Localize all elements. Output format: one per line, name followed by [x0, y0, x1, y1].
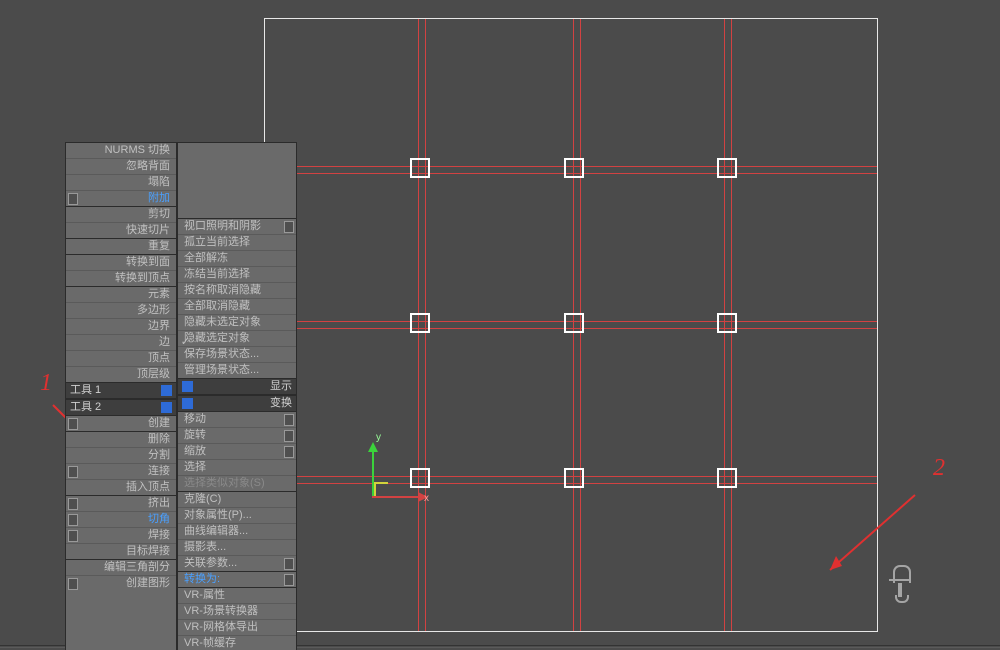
submenu-icon [284, 414, 294, 426]
menu-item[interactable]: 目标焊接 [66, 543, 176, 559]
menu-item[interactable]: 边 [66, 334, 176, 350]
menu-item[interactable]: 保存场景状态... [178, 346, 296, 362]
vertex-handle[interactable] [717, 468, 737, 488]
menu-item[interactable]: 隐藏未选定对象 [178, 314, 296, 330]
menu-item[interactable]: 切角 [66, 511, 176, 527]
menu-item[interactable]: 摄影表... [178, 539, 296, 555]
vertex-handle[interactable] [410, 468, 430, 488]
menu-item[interactable]: 顶点 [66, 350, 176, 366]
submenu-icon [68, 498, 78, 510]
vertex-handle[interactable] [564, 158, 584, 178]
quad-header-tools1: 工具 1 [66, 382, 176, 399]
submenu-icon [284, 430, 294, 442]
vertex-handle[interactable] [564, 468, 584, 488]
menu-item[interactable]: 选择类似对象(S) [178, 475, 296, 491]
submenu-icon [284, 574, 294, 586]
menu-item[interactable]: 边界 [66, 318, 176, 334]
menu-item[interactable]: 编辑三角剖分 [66, 559, 176, 575]
menu-item[interactable]: 转换为: [178, 571, 296, 587]
annotation-arrow-2 [820, 490, 920, 580]
menu-item[interactable]: 忽略背面 [66, 158, 176, 174]
menu-item[interactable]: 对象属性(P)... [178, 507, 296, 523]
submenu-icon [284, 446, 294, 458]
menu-item[interactable]: VR-网格体导出 [178, 619, 296, 635]
menu-item[interactable]: 多边形 [66, 302, 176, 318]
vertex-handle[interactable] [564, 313, 584, 333]
menu-item[interactable]: 快速切片 [66, 222, 176, 238]
submenu-icon [68, 466, 78, 478]
menu-item[interactable]: 全部取消隐藏 [178, 298, 296, 314]
quad-right-bottom: 移动旋转缩放选择选择类似对象(S)克隆(C)对象属性(P)...曲线编辑器...… [178, 412, 296, 650]
menu-item[interactable]: 视口照明和阴影 [178, 219, 296, 234]
vertex-handle[interactable] [717, 313, 737, 333]
quad-right-column: 视口照明和阴影孤立当前选择全部解冻冻结当前选择按名称取消隐藏全部取消隐藏隐藏未选… [177, 142, 297, 650]
quad-header-transform: 变换 [178, 395, 296, 412]
vertex-handle[interactable] [410, 313, 430, 333]
menu-item[interactable]: 转换到面 [66, 254, 176, 270]
menu-item[interactable]: 焊接 [66, 527, 176, 543]
menu-item[interactable]: 插入顶点 [66, 479, 176, 495]
menu-item[interactable]: 创建 [66, 416, 176, 431]
menu-item[interactable]: 隐藏选定对象 [178, 330, 296, 346]
menu-item[interactable]: 挤出 [66, 495, 176, 511]
vertex-handle[interactable] [717, 158, 737, 178]
menu-item[interactable]: VR-属性 [178, 587, 296, 603]
menu-item[interactable]: 全部解冻 [178, 250, 296, 266]
vertex-handle[interactable] [410, 158, 430, 178]
menu-item[interactable]: 剪切 [66, 206, 176, 222]
submenu-icon [68, 530, 78, 542]
menu-item[interactable]: 元素 [66, 286, 176, 302]
menu-item[interactable]: 转换到顶点 [66, 270, 176, 286]
menu-item[interactable]: 连接 [66, 463, 176, 479]
menu-item[interactable]: 关联参数... [178, 555, 296, 571]
menu-item[interactable]: 选择 [178, 459, 296, 475]
menu-item[interactable]: 删除 [66, 431, 176, 447]
menu-item[interactable]: 移动 [178, 412, 296, 427]
quad-right-top: 视口照明和阴影孤立当前选择全部解冻冻结当前选择按名称取消隐藏全部取消隐藏隐藏未选… [178, 218, 296, 378]
menu-item[interactable]: NURMS 切换 [66, 143, 176, 158]
menu-item[interactable]: 塌陷 [66, 174, 176, 190]
submenu-icon [68, 578, 78, 590]
menu-item[interactable]: 旋转 [178, 427, 296, 443]
submenu-icon [68, 193, 78, 205]
submenu-icon [68, 514, 78, 526]
menu-item[interactable]: 重复 [66, 238, 176, 254]
menu-item[interactable]: 曲线编辑器... [178, 523, 296, 539]
menu-item[interactable]: 分割 [66, 447, 176, 463]
menu-item[interactable]: 附加 [66, 190, 176, 206]
quad-left-column: NURMS 切换忽略背面塌陷附加剪切快速切片重复转换到面转换到顶点元素多边形边界… [65, 142, 177, 650]
menu-item[interactable]: VR-场景转换器 [178, 603, 296, 619]
menu-item[interactable]: 冻结当前选择 [178, 266, 296, 282]
submenu-icon [284, 221, 294, 233]
menu-item[interactable]: 按名称取消隐藏 [178, 282, 296, 298]
menu-item[interactable]: 孤立当前选择 [178, 234, 296, 250]
annotation-one: 1 [40, 370, 52, 397]
quad-menu: NURMS 切换忽略背面塌陷附加剪切快速切片重复转换到面转换到顶点元素多边形边界… [65, 142, 297, 650]
menu-item[interactable]: 克隆(C) [178, 491, 296, 507]
quad-header-display: 显示 [178, 378, 296, 395]
submenu-icon [68, 418, 78, 430]
menu-item[interactable]: 缩放 [178, 443, 296, 459]
quad-header-tools2: 工具 2 [66, 399, 176, 416]
quad-left-bottom: 创建删除分割连接插入顶点挤出切角焊接目标焊接编辑三角剖分创建图形 [66, 416, 176, 591]
menu-item[interactable]: 管理场景状态... [178, 362, 296, 378]
menu-item[interactable]: 创建图形 [66, 575, 176, 591]
quad-left-top: NURMS 切换忽略背面塌陷附加剪切快速切片重复转换到面转换到顶点元素多边形边界… [66, 143, 176, 382]
submenu-icon [284, 558, 294, 570]
menu-item[interactable]: VR-帧缓存 [178, 635, 296, 650]
annotation-two: 2 [933, 455, 945, 482]
menu-item[interactable]: 顶层级 [66, 366, 176, 382]
